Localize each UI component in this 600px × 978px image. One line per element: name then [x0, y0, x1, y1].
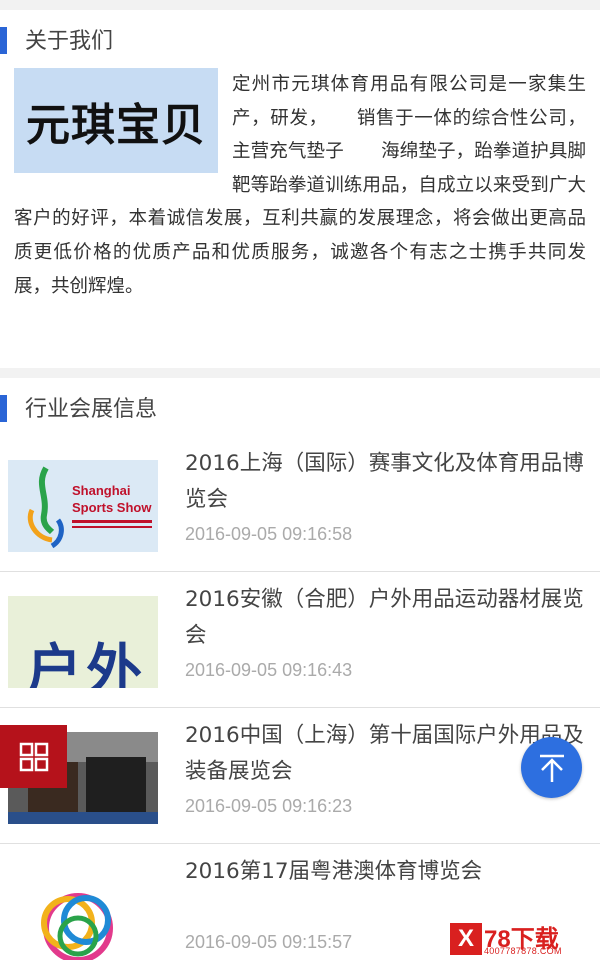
news-item[interactable]: Shanghai Sports Show 2016上海（国际）赛事文化及体育用品…	[0, 436, 600, 572]
news-item-date: 2016-09-05 09:16:43	[185, 660, 353, 680]
site-watermark: X 78下载 4007787878.COM	[448, 922, 598, 957]
news-item[interactable]: 户外 2016安徽（合肥）户外用品运动器材展览会 2016-09-05 09:1…	[0, 572, 600, 708]
about-section: 关于我们 元琪宝贝 定州市元琪体育用品有限公司是一家集生产，研发， 销售于一体的…	[0, 10, 600, 368]
news-item-date: 2016-09-05 09:16:58	[185, 524, 353, 544]
news-title: 行业会展信息	[25, 397, 158, 422]
company-logo: 元琪宝贝	[14, 68, 218, 173]
news-thumbnail[interactable]: Shanghai Sports Show	[8, 460, 158, 552]
section-accent-bar	[0, 395, 7, 422]
grid-icon	[19, 742, 48, 771]
news-item[interactable]: 2016第17届粤港澳体育博览会 2016-09-05 09:15:57	[0, 844, 600, 978]
news-list: Shanghai Sports Show 2016上海（国际）赛事文化及体育用品…	[0, 436, 600, 978]
about-header: 关于我们	[0, 10, 600, 68]
news-item[interactable]: 2016中国（上海）第十届国际户外用品及装备展览会 2016-09-05 09:…	[0, 708, 600, 844]
about-title: 关于我们	[25, 29, 114, 54]
news-item-title[interactable]: 2016上海（国际）赛事文化及体育用品博览会	[185, 446, 590, 518]
news-thumbnail[interactable]	[8, 868, 158, 960]
shanghai-logo-text: Shanghai Sports Show	[72, 483, 152, 515]
news-header: 行业会展信息	[0, 378, 600, 436]
expo-floor	[8, 812, 158, 824]
watermark-url: 4007787878.COM	[484, 946, 562, 956]
company-logo-text: 元琪宝贝	[26, 99, 206, 151]
expo-emblem-logo	[41, 893, 113, 960]
back-to-top-button[interactable]	[521, 737, 582, 798]
watermark-x-icon: X	[450, 923, 482, 955]
section-accent-bar	[0, 27, 7, 54]
arrow-up-icon	[539, 754, 564, 782]
about-body: 元琪宝贝 定州市元琪体育用品有限公司是一家集生产，研发， 销售于一体的综合性公司…	[0, 68, 600, 303]
news-item-date: 2016-09-05 09:15:57	[185, 932, 353, 952]
outdoor-thumb-text: 户外	[26, 639, 146, 688]
news-item-date: 2016-09-05 09:16:23	[185, 796, 353, 816]
menu-button[interactable]	[0, 725, 67, 788]
news-section: 行业会展信息 Shanghai Sports Show 2016上海（国际）赛事…	[0, 378, 600, 978]
logo-underline	[72, 526, 152, 528]
logo-underline	[72, 520, 152, 523]
news-item-title[interactable]: 2016第17届粤港澳体育博览会	[185, 854, 590, 890]
news-item-title[interactable]: 2016安徽（合肥）户外用品运动器材展览会	[185, 582, 590, 654]
news-thumbnail[interactable]: 户外	[8, 596, 158, 688]
expo-booth	[86, 757, 146, 817]
